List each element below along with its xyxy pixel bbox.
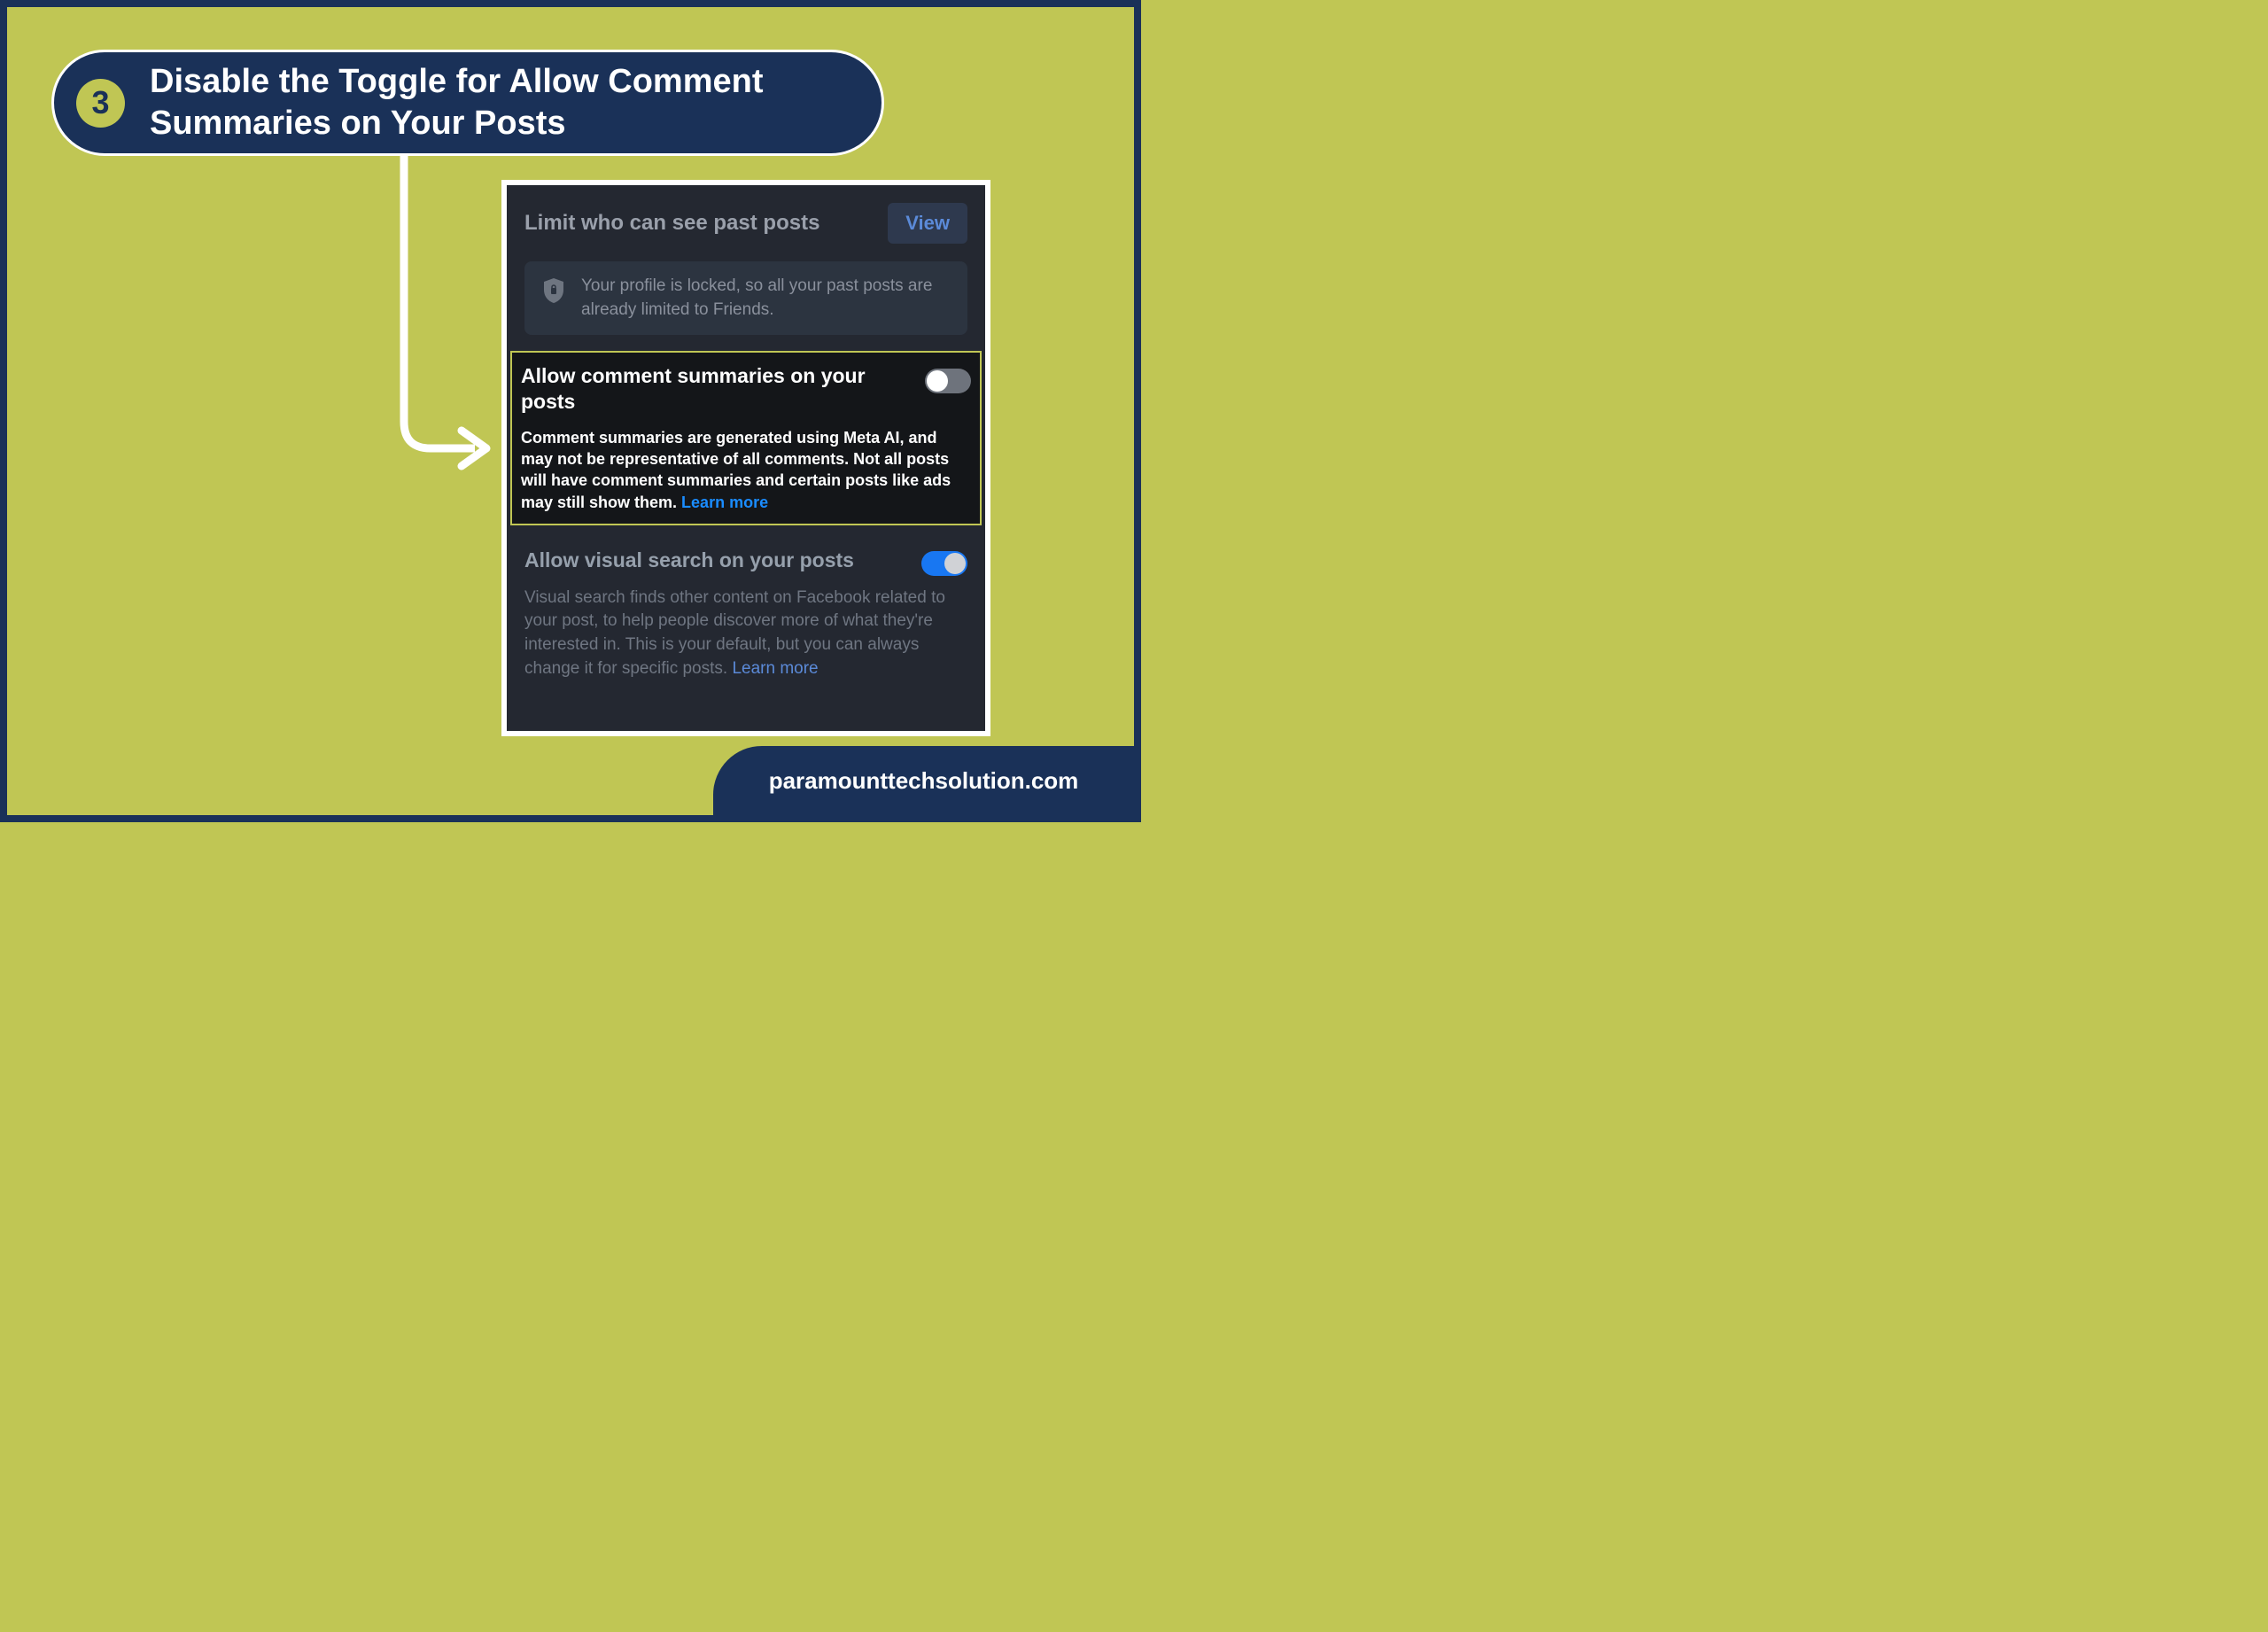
comment-summaries-row: Allow comment summaries on your posts — [521, 363, 971, 415]
comment-summaries-title: Allow comment summaries on your posts — [521, 363, 912, 415]
view-button[interactable]: View — [888, 203, 967, 244]
footer-url: paramounttechsolution.com — [769, 767, 1079, 795]
visual-search-title: Allow visual search on your posts — [524, 548, 854, 572]
comment-summaries-description: Comment summaries are generated using Me… — [521, 427, 971, 513]
profile-locked-text: Your profile is locked, so all your past… — [581, 275, 950, 322]
shield-lock-icon — [542, 277, 565, 304]
toggle-knob — [944, 553, 966, 574]
learn-more-link[interactable]: Learn more — [681, 493, 768, 511]
footer-banner: paramounttechsolution.com — [713, 746, 1134, 815]
step-title: Disable the Toggle for Allow Comment Sum… — [150, 61, 859, 145]
visual-search-description: Visual search finds other content on Fac… — [524, 587, 967, 680]
limit-past-posts-section: Limit who can see past posts View Your p… — [507, 203, 985, 335]
visual-search-toggle[interactable] — [921, 551, 967, 576]
profile-locked-info: Your profile is locked, so all your past… — [524, 261, 967, 335]
comment-summaries-toggle[interactable] — [925, 369, 971, 393]
toggle-knob — [927, 370, 948, 392]
limit-section-title: Limit who can see past posts — [524, 211, 819, 236]
step-header: 3 Disable the Toggle for Allow Comment S… — [51, 50, 884, 156]
visual-search-header: Allow visual search on your posts — [524, 546, 967, 576]
visual-search-section: Allow visual search on your posts Visual… — [507, 541, 985, 680]
learn-more-link-visual[interactable]: Learn more — [732, 659, 818, 678]
comment-summaries-section: Allow comment summaries on your posts Co… — [510, 351, 982, 525]
step-number-badge: 3 — [76, 79, 125, 128]
step-number: 3 — [91, 84, 109, 121]
limit-section-header: Limit who can see past posts View — [524, 203, 967, 244]
arrow-connector-icon — [391, 156, 497, 475]
settings-panel: Limit who can see past posts View Your p… — [501, 180, 990, 736]
